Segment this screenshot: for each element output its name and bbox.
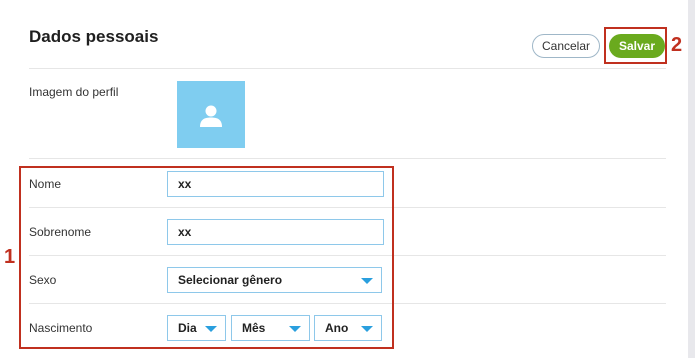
divider: [29, 68, 666, 69]
page-title: Dados pessoais: [29, 27, 159, 46]
annotation-highlight-form: [19, 166, 394, 349]
annotation-highlight-save: [604, 27, 667, 64]
annotation-callout-2: 2: [671, 34, 683, 56]
avatar[interactable]: [177, 81, 245, 148]
annotation-callout-1: 1: [4, 246, 16, 268]
cancel-button[interactable]: Cancelar: [532, 34, 600, 58]
scroll-area-edge: [688, 0, 695, 358]
profile-image-label: Imagem do perfil: [29, 85, 119, 99]
person-icon: [200, 105, 222, 127]
divider: [29, 158, 666, 159]
